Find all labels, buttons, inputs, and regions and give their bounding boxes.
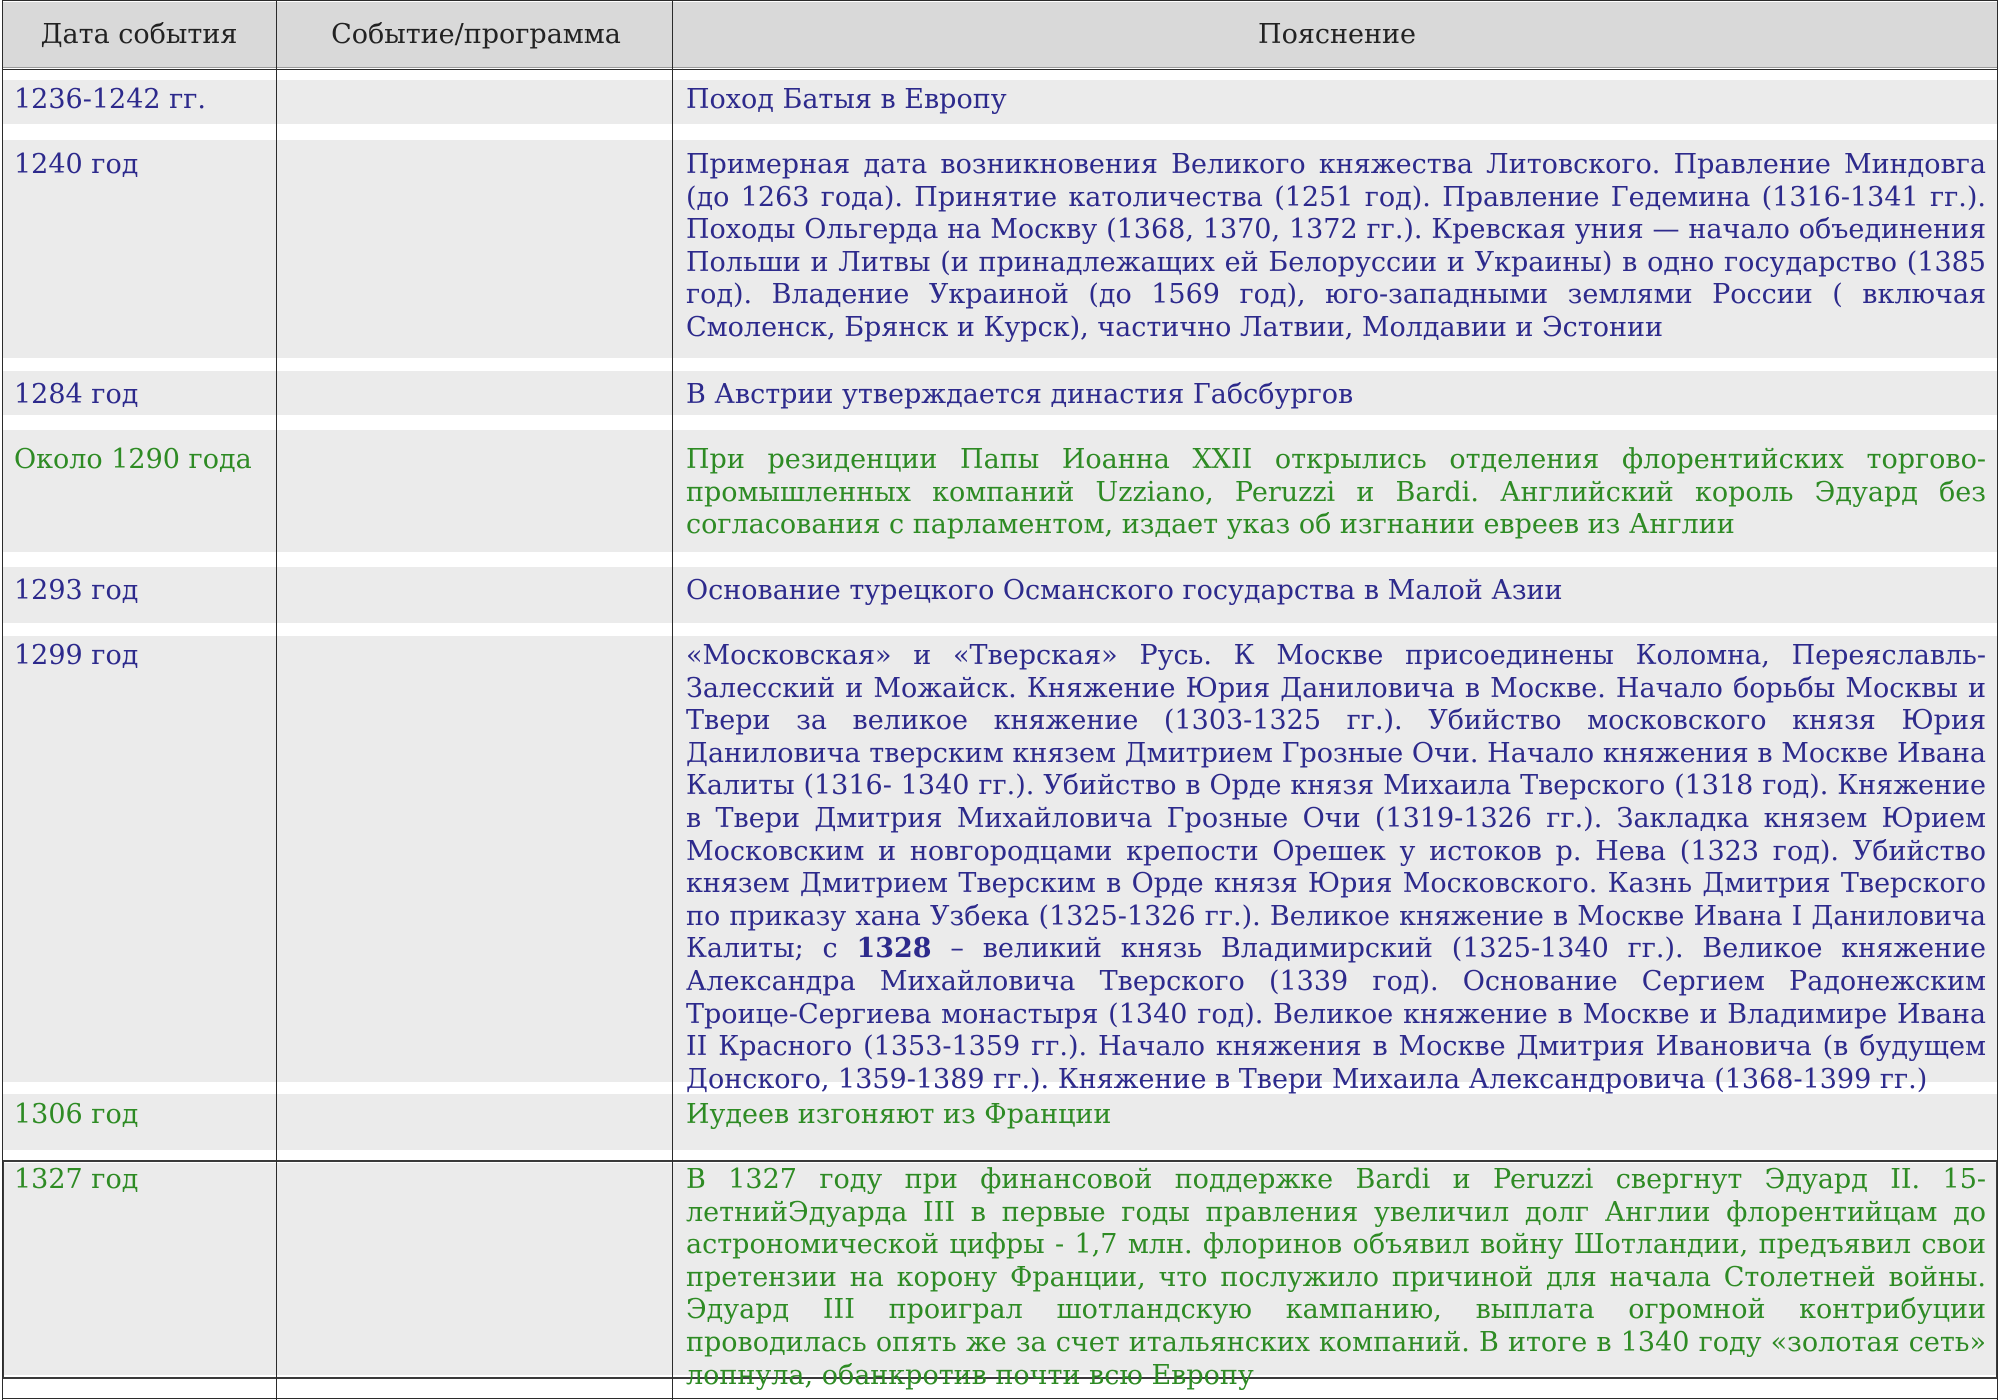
row-7-date: 1306 год bbox=[14, 1099, 139, 1130]
row-1-date: 1236-1242 гг. bbox=[14, 84, 207, 115]
grid-line-right bbox=[1997, 0, 1998, 1400]
row-6-date: 1299 год bbox=[14, 640, 139, 671]
row-6-text-bold-year: 1328 bbox=[856, 933, 932, 965]
row-8-text: В 1327 году при финансовой поддержке Bar… bbox=[686, 1164, 1986, 1391]
row-5-date: 1293 год bbox=[14, 575, 139, 606]
row-2-date: 1240 год bbox=[14, 149, 139, 180]
history-table-page: Дата события Событие/программа Пояснение… bbox=[0, 0, 2000, 1400]
grid-line-top bbox=[2, 0, 1998, 1]
row-6-text-before: «Московская» и «Тверская» Русь. К Москве… bbox=[686, 640, 1986, 965]
grid-line-left bbox=[2, 0, 3, 1400]
grid-line-bottom bbox=[2, 1398, 1998, 1399]
row-8-date: 1327 год bbox=[14, 1164, 139, 1195]
row-1-text: Поход Батыя в Европу bbox=[686, 84, 1007, 115]
grid-line-col2 bbox=[672, 0, 673, 1400]
header-date: Дата события bbox=[40, 19, 238, 50]
header-event: Событие/программа bbox=[331, 19, 621, 50]
row-2-text: Примерная дата возникновения Великого кн… bbox=[686, 149, 1986, 343]
grid-line-header bbox=[2, 69, 1998, 70]
row-4-text: При резиденции Папы Иоанна XXII открылис… bbox=[686, 444, 1986, 541]
row-3-date: 1284 год bbox=[14, 379, 139, 410]
row-6-text: «Московская» и «Тверская» Русь. К Москве… bbox=[686, 640, 1986, 1096]
row-5-text: Основание турецкого Османского государст… bbox=[686, 575, 1563, 606]
row-7-text: Иудеев изгоняют из Франции bbox=[686, 1099, 1112, 1130]
header-explanation: Пояснение bbox=[1258, 19, 1416, 50]
grid-line-col1 bbox=[276, 0, 277, 1400]
table-header: Дата события Событие/программа Пояснение bbox=[2, 2, 1998, 68]
row-3-text: В Австрии утверждается династия Габсбург… bbox=[686, 379, 1354, 410]
row-4-date: Около 1290 года bbox=[14, 444, 252, 475]
